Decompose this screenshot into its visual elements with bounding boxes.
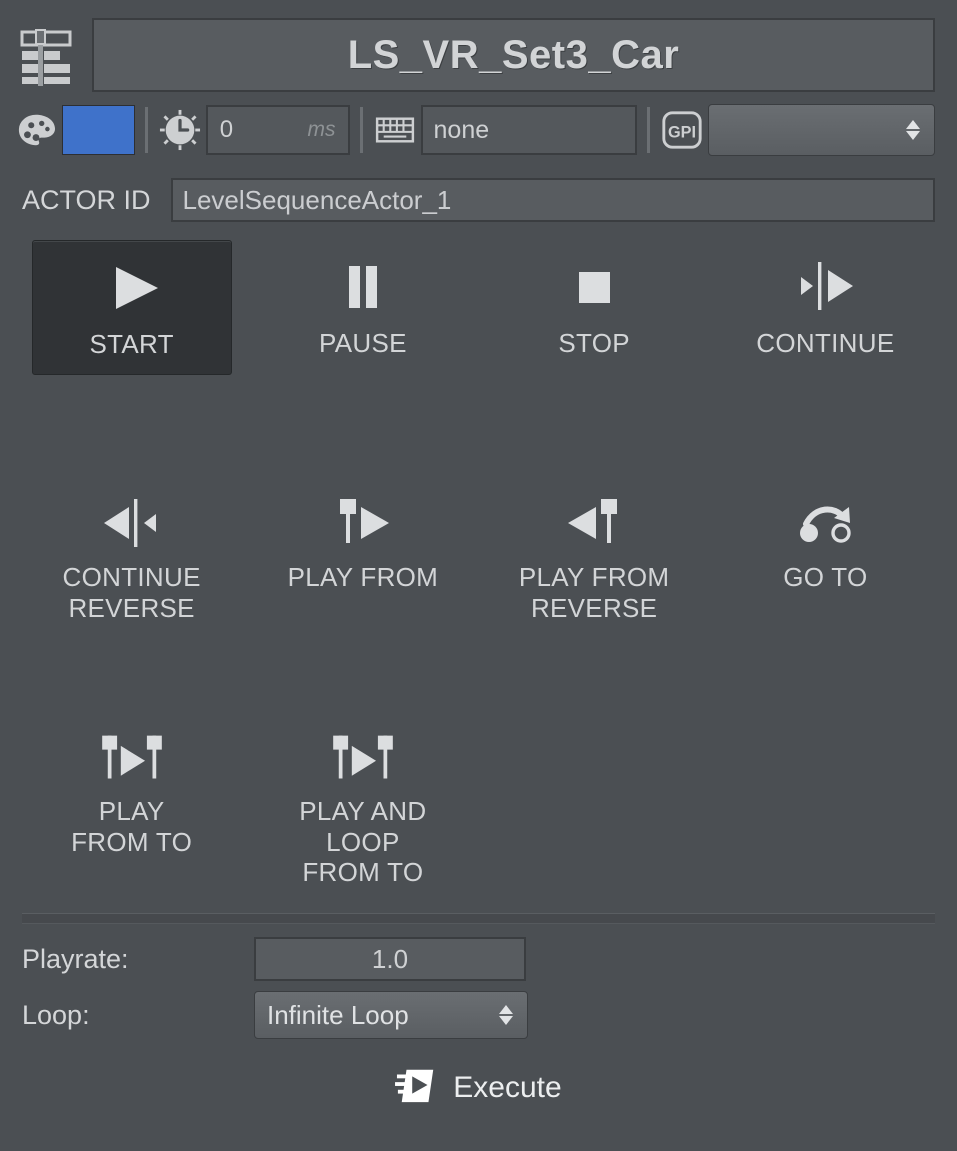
continue-reverse-icon <box>96 494 168 552</box>
stop-button-cell: STOP <box>479 222 710 460</box>
loop-label: Loop: <box>22 1000 254 1031</box>
play-from-to-button-cell: PLAY FROM TO <box>16 696 247 909</box>
delay-input[interactable]: 0 ms <box>206 105 350 155</box>
sequence-title-field[interactable]: LS_VR_Set3_Car <box>92 18 935 92</box>
continue-icon <box>789 256 861 318</box>
color-swatch[interactable] <box>62 105 135 155</box>
continue-reverse-button[interactable]: CONTINUE REVERSE <box>32 478 232 637</box>
pause-icon <box>327 256 399 318</box>
execute-label: Execute <box>453 1071 561 1105</box>
toolbar: 0 ms none <box>0 92 957 156</box>
sequencer-control-panel: LS_VR_Set3_Car <box>0 0 957 1151</box>
play-from-button-cell: PLAY FROM <box>247 460 478 696</box>
continue-button[interactable]: CONTINUE <box>725 240 925 373</box>
continue-button-label: CONTINUE <box>756 328 894 359</box>
execute-button[interactable]: Execute <box>0 1064 957 1111</box>
play-from-button-label: PLAY FROM <box>288 562 439 593</box>
shortcut-value: none <box>434 116 490 145</box>
gpi-icon: GPI <box>660 108 704 152</box>
pause-button[interactable]: PAUSE <box>263 240 463 373</box>
actor-id-input[interactable]: LevelSequenceActor_1 <box>171 178 935 222</box>
shortcut-input[interactable]: none <box>421 105 637 155</box>
chevron-updown-icon-loop <box>499 1005 513 1025</box>
delay-value: 0 <box>220 116 233 144</box>
toolbar-divider <box>145 107 148 153</box>
play-and-loop-from-to-button-cell: PLAY AND LOOP FROM TO <box>247 696 478 909</box>
playrate-row: Playrate: 1.0 <box>22 934 935 984</box>
start-button-label: START <box>89 329 173 360</box>
play-and-loop-from-to-icon <box>322 730 404 786</box>
transport-row-3: PLAY FROM TO PLAY AND LOOP FROM TO <box>0 696 957 909</box>
keyboard-icon <box>373 108 417 152</box>
gpi-select[interactable] <box>708 104 935 156</box>
transport-row-1: START PAUSE STO <box>0 222 957 460</box>
stop-icon <box>558 256 630 318</box>
empty-cell-2 <box>710 696 941 909</box>
play-from-icon <box>327 494 399 552</box>
continue-reverse-button-cell: CONTINUE REVERSE <box>16 460 247 696</box>
section-divider <box>22 913 935 924</box>
continue-button-cell: CONTINUE <box>710 222 941 460</box>
start-button[interactable]: START <box>32 240 232 375</box>
toolbar-divider-2 <box>360 107 363 153</box>
actor-id-row: ACTOR ID LevelSequenceActor_1 <box>0 156 957 222</box>
start-button-cell: START <box>16 222 247 460</box>
playrate-label: Playrate: <box>22 944 254 975</box>
execute-icon <box>395 1064 439 1111</box>
continue-reverse-button-label: CONTINUE REVERSE <box>63 562 201 623</box>
loop-row: Loop: Infinite Loop <box>22 990 935 1040</box>
sequencer-timeline-icon <box>14 24 78 86</box>
play-from-reverse-button[interactable]: PLAY FROM REVERSE <box>494 478 694 637</box>
settings-section: Playrate: 1.0 Loop: Infinite Loop <box>0 924 957 1040</box>
empty-cell-1 <box>479 696 710 909</box>
delay-unit-label: ms <box>308 118 336 142</box>
clock-icon <box>158 108 202 152</box>
page-title: LS_VR_Set3_Car <box>348 33 680 78</box>
pause-button-cell: PAUSE <box>247 222 478 460</box>
actor-id-value: LevelSequenceActor_1 <box>183 185 452 216</box>
playrate-input[interactable]: 1.0 <box>254 937 526 981</box>
play-from-reverse-button-label: PLAY FROM REVERSE <box>519 562 670 623</box>
pause-button-label: PAUSE <box>319 328 407 359</box>
palette-icon <box>14 108 58 152</box>
play-from-reverse-icon <box>558 494 630 552</box>
play-and-loop-from-to-button[interactable]: PLAY AND LOOP FROM TO <box>263 714 463 902</box>
transport-row-2: CONTINUE REVERSE PLAY FROM <box>0 460 957 696</box>
play-from-reverse-button-cell: PLAY FROM REVERSE <box>479 460 710 696</box>
loop-value: Infinite Loop <box>267 1000 409 1031</box>
toolbar-divider-3 <box>647 107 650 153</box>
svg-text:GPI: GPI <box>668 124 696 142</box>
stop-button-label: STOP <box>558 328 630 359</box>
go-to-icon <box>789 494 861 552</box>
go-to-button[interactable]: GO TO <box>725 478 925 607</box>
play-icon <box>96 257 168 319</box>
header: LS_VR_Set3_Car <box>0 0 957 92</box>
loop-select[interactable]: Infinite Loop <box>254 991 528 1039</box>
play-and-loop-from-to-button-label: PLAY AND LOOP FROM TO <box>299 796 426 888</box>
play-from-button[interactable]: PLAY FROM <box>263 478 463 607</box>
go-to-button-cell: GO TO <box>710 460 941 696</box>
play-from-to-button-label: PLAY FROM TO <box>71 796 192 857</box>
chevron-updown-icon <box>906 120 920 140</box>
play-from-to-icon <box>91 730 173 786</box>
actor-id-label: ACTOR ID <box>22 185 151 216</box>
stop-button[interactable]: STOP <box>494 240 694 373</box>
playrate-value: 1.0 <box>372 944 408 975</box>
play-from-to-button[interactable]: PLAY FROM TO <box>32 714 232 871</box>
go-to-button-label: GO TO <box>783 562 867 593</box>
